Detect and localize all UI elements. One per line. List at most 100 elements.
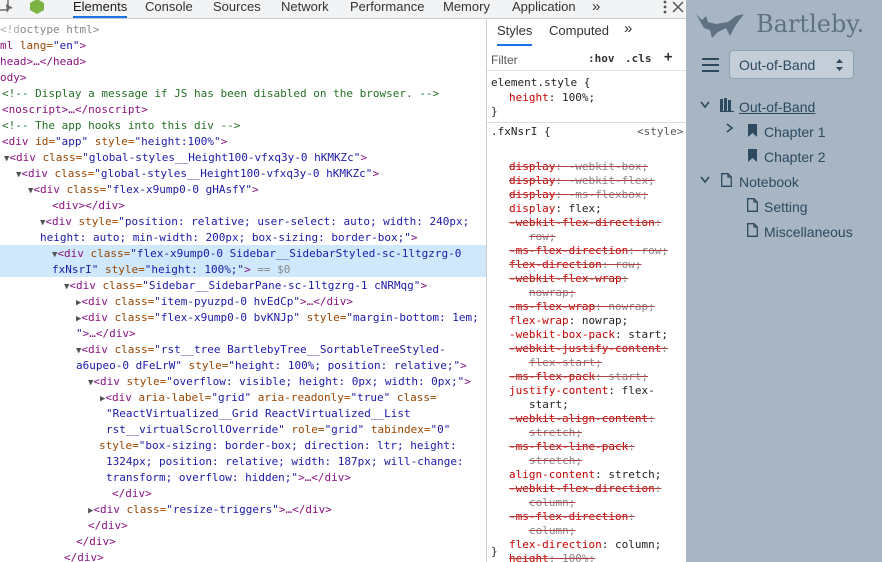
bartleby-sidebar	[686, 0, 882, 562]
tree-line[interactable]: <div id="app" style="height:100%">	[2, 134, 227, 150]
tab-application[interactable]: Application	[512, 0, 576, 18]
tree-line[interactable]: ">…</div>	[76, 326, 136, 342]
tree-item-setting[interactable]: Setting	[764, 197, 808, 217]
style-property[interactable]: -ms-flex-pack: start;	[509, 370, 648, 384]
tree-line[interactable]: ▼<div class="flex-x9ump0-0 gHAsfY">	[28, 182, 259, 198]
tab-network[interactable]: Network	[281, 0, 329, 18]
tree-line[interactable]: transform; overflow: hidden;">…</div>	[106, 470, 351, 486]
tree-line[interactable]: ▶<div class="resize-triggers">…</div>	[88, 502, 332, 518]
inspect-icon[interactable]	[0, 0, 18, 18]
tree-line[interactable]: ▼<div class="global-styles__Height100-vf…	[4, 150, 367, 166]
tree-item-miscellaneous[interactable]: Miscellaneous	[764, 222, 853, 242]
style-property[interactable]: column;	[529, 524, 575, 538]
style-property[interactable]: nowrap;	[529, 286, 575, 300]
tag-close: >…</div>	[82, 327, 136, 340]
tree-line[interactable]: <!-- The app hooks into this div -->	[2, 118, 240, 134]
tree-line[interactable]: ml lang="en">	[0, 38, 86, 54]
more-icon[interactable]	[662, 0, 668, 17]
style-property[interactable]: height: 100%;	[509, 552, 595, 562]
tree-line[interactable]: ▶<div aria-label="grid" aria-readonly="t…	[100, 390, 437, 406]
more-style-tabs-button[interactable]: »	[624, 20, 632, 37]
style-property[interactable]: -ms-flex-direction: row;	[509, 244, 668, 258]
style-property[interactable]: -ms-flex-wrap: nowrap;	[509, 300, 655, 314]
chevron-down-icon[interactable]	[700, 100, 710, 112]
style-property[interactable]: stretch;	[529, 454, 582, 468]
style-property[interactable]: -webkit-box-pack: start;	[509, 328, 668, 342]
tree-line[interactable]: <!-- Display a message if JS has been di…	[2, 86, 439, 102]
style-property[interactable]: align-content: stretch;	[509, 468, 661, 482]
tab-performance[interactable]: Performance	[350, 0, 424, 18]
tree-line[interactable]: <noscript>…</noscript>	[2, 102, 148, 118]
rule-origin-link[interactable]: <style>	[637, 125, 683, 139]
tree-line[interactable]: <div></div>	[52, 198, 125, 214]
style-property[interactable]: display: -webkit-box;	[509, 160, 648, 174]
tree-line[interactable]: head>…</head>	[0, 54, 86, 70]
tree-line[interactable]: ▼<div class="rst__tree BartlebyTree__Sor…	[76, 342, 446, 358]
tab-computed[interactable]: Computed	[549, 23, 609, 38]
tab-sources[interactable]: Sources	[213, 0, 261, 18]
style-property[interactable]: -webkit-flex-wrap:	[509, 272, 628, 286]
tree-line[interactable]: </div>	[88, 518, 128, 534]
style-property[interactable]: display: flex;	[509, 202, 602, 216]
tree-line[interactable]: ody>	[0, 70, 27, 86]
tree-line[interactable]: </div>	[76, 534, 116, 550]
more-tabs-button[interactable]: »	[592, 0, 600, 18]
tab-elements[interactable]: Elements	[73, 0, 128, 18]
style-property[interactable]: -ms-flex-direction:	[509, 510, 635, 524]
style-property[interactable]: justify-content: flex-	[509, 384, 655, 398]
tree-line[interactable]: ▼<div style="position: relative; user-se…	[40, 214, 469, 230]
style-property[interactable]: flex-start;	[529, 356, 602, 370]
tree-line[interactable]: ▶<div class="flex-x9ump0-0 bvKNJp" style…	[76, 310, 479, 326]
tab-styles[interactable]: Styles	[497, 23, 533, 46]
tree-item-out-of-band[interactable]: Out-of-Band	[739, 97, 815, 117]
devtools-panel: Elements Console Sources Network Perform…	[0, 0, 686, 562]
tab-memory[interactable]: Memory	[443, 0, 490, 18]
styles-filter-input[interactable]	[491, 51, 575, 69]
tree-line[interactable]: a6upeo-0 dFeLrW" style="height: 100%; po…	[76, 358, 467, 374]
hover-state-button[interactable]: :hov	[588, 52, 615, 65]
style-property[interactable]: flex-wrap: nowrap;	[509, 314, 628, 328]
style-property[interactable]: -webkit-align-content:	[509, 412, 655, 426]
style-property[interactable]: -webkit-flex-direction:	[509, 216, 661, 230]
tree-item-chapter-2[interactable]: Chapter 2	[764, 147, 825, 167]
tree-line[interactable]: "ReactVirtualized__Grid ReactVirtualized…	[106, 406, 411, 422]
tree-line-selected[interactable]: fxNsrI" style="height: 100%;"> == $0	[52, 262, 290, 278]
style-property[interactable]: start;	[529, 398, 569, 412]
device-icon[interactable]	[28, 0, 46, 16]
style-property[interactable]: row;	[529, 230, 556, 244]
tree-line[interactable]: ▶<div class="item-pyuzpd-0 hvEdCp">…</di…	[76, 294, 353, 310]
style-property[interactable]: display: -ms-flexbox;	[509, 188, 648, 202]
tree-line[interactable]: height: auto; min-width: 200px; box-sizi…	[40, 230, 418, 246]
tree-line[interactable]: ▼<div style="overflow: visible; height: …	[88, 374, 471, 390]
style-property[interactable]: -webkit-justify-content:	[509, 342, 668, 356]
style-property[interactable]: height: 100%;	[509, 91, 595, 105]
chevron-right-icon[interactable]	[726, 123, 734, 136]
tree-line[interactable]: ▼<div class="global-styles__Height100-vf…	[16, 166, 379, 182]
attr-name: class=	[390, 391, 437, 404]
new-rule-button[interactable]: +	[664, 49, 672, 65]
tree-line[interactable]: style="box-sizing: border-box; direction…	[99, 438, 457, 454]
property-colon: :	[628, 510, 635, 523]
tree-line[interactable]: </div>	[64, 550, 104, 562]
style-property[interactable]: flex-direction: column;	[509, 538, 661, 552]
chevron-down-icon[interactable]	[700, 175, 710, 187]
style-property[interactable]: display: -webkit-flex;	[509, 174, 655, 188]
tree-line[interactable]: 1324px; position: relative; width: 187px…	[106, 454, 464, 470]
tree-item-notebook[interactable]: Notebook	[739, 172, 799, 192]
style-property[interactable]: -webkit-flex-direction:	[509, 482, 661, 496]
hamburger-icon[interactable]	[702, 58, 719, 77]
style-property[interactable]: flex-direction: row;	[509, 258, 641, 272]
tab-console[interactable]: Console	[145, 0, 193, 18]
tree-line[interactable]: </div>	[112, 486, 152, 502]
class-toggle-button[interactable]: .cls	[625, 52, 652, 65]
tree-item-chapter-1[interactable]: Chapter 1	[764, 122, 825, 142]
style-property[interactable]: stretch;	[529, 426, 582, 440]
style-property[interactable]: column;	[529, 496, 575, 510]
project-select[interactable]: Out-of-Band	[729, 50, 854, 79]
tree-line-selected[interactable]: ▼<div class="flex-x9ump0-0 Sidebar__Side…	[52, 246, 461, 262]
tree-line[interactable]: <!doctype html>	[0, 22, 99, 38]
close-icon[interactable]	[672, 1, 684, 16]
tree-line[interactable]: rst__virtualScrollOverride" role="grid" …	[106, 422, 450, 438]
tree-line[interactable]: ▼<div class="Sidebar__SidebarPane-sc-1lt…	[64, 278, 427, 294]
style-property[interactable]: -ms-flex-line-pack:	[509, 440, 635, 454]
